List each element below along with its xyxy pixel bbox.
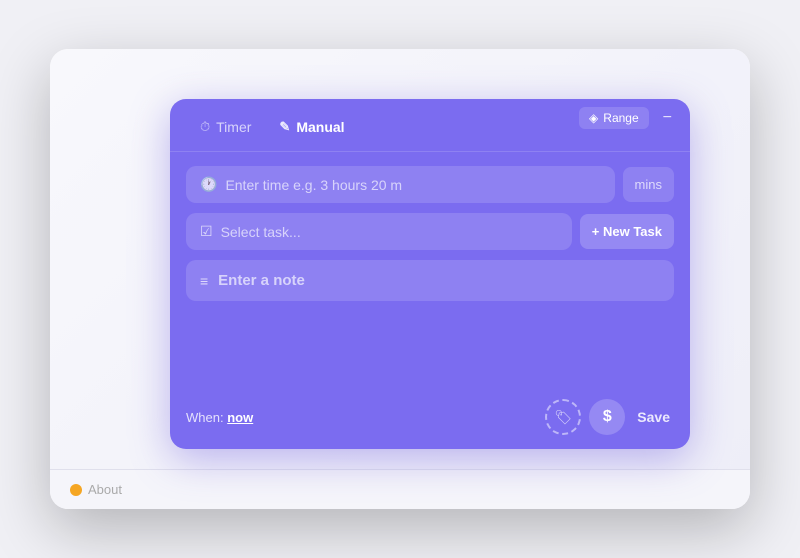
save-button[interactable]: Save <box>633 403 674 431</box>
form-area: 🕐 Enter time e.g. 3 hours 20 m mins ☑ Se… <box>170 152 690 391</box>
bg-bottom-bar: About <box>50 469 750 509</box>
mins-label: mins <box>623 167 674 202</box>
save-label: Save <box>637 409 670 425</box>
timer-tab-label: Timer <box>216 119 251 135</box>
minimize-button[interactable]: − <box>657 108 678 128</box>
tag-icon: 🏷 <box>554 409 572 426</box>
time-placeholder: Enter time e.g. 3 hours 20 m <box>225 177 402 193</box>
manual-tab-label: Manual <box>296 119 344 135</box>
when-value[interactable]: now <box>227 410 253 425</box>
about-dot <box>70 484 82 496</box>
modal-top-controls: ◈ Range − <box>579 107 678 129</box>
when-label: When: now <box>186 410 253 425</box>
billing-button[interactable]: $ <box>589 399 625 435</box>
new-task-button[interactable]: + New Task <box>580 214 674 249</box>
time-input-row: 🕐 Enter time e.g. 3 hours 20 m mins <box>186 166 674 203</box>
tab-timer[interactable]: ⏱ Timer <box>186 113 265 141</box>
range-button[interactable]: ◈ Range <box>579 107 649 129</box>
time-input-field[interactable]: 🕐 Enter time e.g. 3 hours 20 m <box>186 166 615 203</box>
clock-icon: 🕐 <box>200 176 217 193</box>
timer-icon: ⏱ <box>200 119 210 135</box>
tag-button[interactable]: 🏷 <box>545 399 581 435</box>
tab-manual[interactable]: ✎ Manual <box>265 113 358 141</box>
task-row: ☑ Select task... + New Task <box>186 213 674 250</box>
modal-panel: ◈ Range − ⏱ Timer ✎ Manual 🕐 <box>170 99 690 449</box>
task-placeholder: Select task... <box>221 224 301 240</box>
task-input-field[interactable]: ☑ Select task... <box>186 213 572 250</box>
manual-icon: ✎ <box>279 119 290 135</box>
bottom-right-actions: 🏷 $ Save <box>545 399 674 435</box>
range-icon: ◈ <box>589 111 598 125</box>
note-icon: ≡ <box>200 273 208 289</box>
when-prefix: When: <box>186 410 224 425</box>
new-task-label: + New Task <box>592 224 662 239</box>
minimize-icon: − <box>663 109 672 126</box>
about-label: About <box>88 482 122 497</box>
task-icon: ☑ <box>200 223 213 240</box>
note-field[interactable]: ≡ Enter a note <box>186 260 674 301</box>
note-placeholder: Enter a note <box>218 272 305 289</box>
dollar-icon: $ <box>603 408 612 426</box>
screen-wrapper: About ◈ Range − ⏱ Timer ✎ Manual <box>50 49 750 509</box>
bottom-row: When: now 🏷 $ Save <box>170 391 690 449</box>
range-label: Range <box>603 111 638 125</box>
